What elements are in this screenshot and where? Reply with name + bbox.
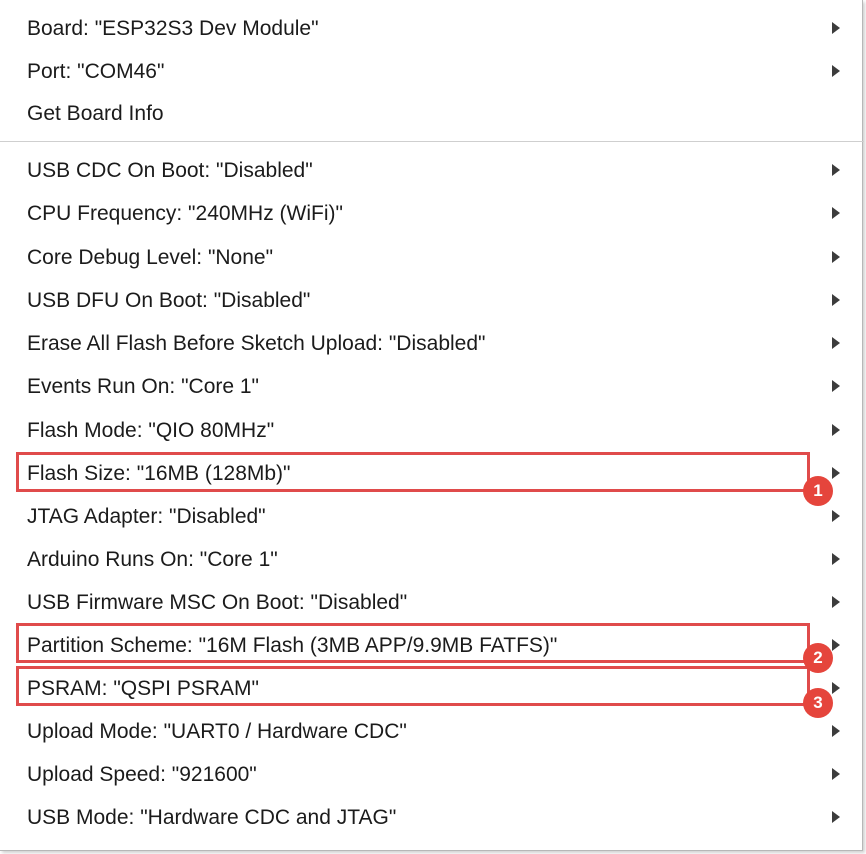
menu-item-label: Upload Speed: "921600" (27, 763, 257, 786)
submenu-arrow-icon (832, 424, 840, 436)
menu-item-erase-all-flash[interactable]: Erase All Flash Before Sketch Upload: "D… (0, 322, 862, 365)
submenu-arrow-icon (832, 207, 840, 219)
submenu-arrow-icon (832, 811, 840, 823)
menu-item-label: Get Board Info (27, 102, 164, 125)
submenu-arrow-icon (832, 682, 840, 694)
submenu-arrow-icon (832, 294, 840, 306)
badge-number-2: 2 (803, 643, 833, 673)
submenu-arrow-icon (832, 639, 840, 651)
highlight-box-partition-scheme (16, 623, 810, 663)
menu-item-usb-cdc-on-boot[interactable]: USB CDC On Boot: "Disabled" (0, 149, 862, 192)
menu-item-arduino-runs-on[interactable]: Arduino Runs On: "Core 1" (0, 538, 862, 581)
menu-item-cpu-frequency[interactable]: CPU Frequency: "240MHz (WiFi)" (0, 192, 862, 235)
highlight-box-flash-size (16, 452, 810, 492)
submenu-arrow-icon (832, 467, 840, 479)
submenu-arrow-icon (832, 553, 840, 565)
menu-item-label: Board: "ESP32S3 Dev Module" (27, 17, 319, 40)
menu-item-board[interactable]: Board: "ESP32S3 Dev Module" (0, 7, 862, 50)
submenu-arrow-icon (832, 768, 840, 780)
badge-number-3: 3 (803, 688, 833, 718)
submenu-arrow-icon (832, 380, 840, 392)
menu-item-label: CPU Frequency: "240MHz (WiFi)" (27, 202, 343, 225)
menu-item-events-run-on[interactable]: Events Run On: "Core 1" (0, 365, 862, 408)
menu-item-upload-mode[interactable]: Upload Mode: "UART0 / Hardware CDC" (0, 710, 862, 753)
menu-item-label: USB CDC On Boot: "Disabled" (27, 159, 313, 182)
menu-item-usb-dfu-on-boot[interactable]: USB DFU On Boot: "Disabled" (0, 279, 862, 322)
menu-item-label: JTAG Adapter: "Disabled" (27, 505, 266, 528)
submenu-arrow-icon (832, 65, 840, 77)
menu-item-label: Port: "COM46" (27, 60, 165, 83)
menu-item-label: Events Run On: "Core 1" (27, 375, 260, 398)
menu-item-label: Arduino Runs On: "Core 1" (27, 548, 278, 571)
submenu-arrow-icon (832, 164, 840, 176)
menu-item-usb-firmware-msc[interactable]: USB Firmware MSC On Boot: "Disabled" (0, 581, 862, 624)
submenu-arrow-icon (832, 510, 840, 522)
submenu-arrow-icon (832, 251, 840, 263)
menu-item-flash-mode[interactable]: Flash Mode: "QIO 80MHz" (0, 409, 862, 452)
menu-item-label: Upload Mode: "UART0 / Hardware CDC" (27, 720, 407, 743)
badge-number-1: 1 (803, 476, 833, 506)
menu-item-label: USB DFU On Boot: "Disabled" (27, 289, 311, 312)
menu-item-label: USB Firmware MSC On Boot: "Disabled" (27, 591, 408, 614)
menu-separator (0, 141, 864, 142)
submenu-arrow-icon (832, 725, 840, 737)
menu-item-upload-speed[interactable]: Upload Speed: "921600" (0, 753, 862, 796)
submenu-arrow-icon (832, 596, 840, 608)
menu-item-core-debug-level[interactable]: Core Debug Level: "None" (0, 236, 862, 279)
menu-item-port[interactable]: Port: "COM46" (0, 50, 862, 93)
menu-item-label: USB Mode: "Hardware CDC and JTAG" (27, 806, 397, 829)
submenu-arrow-icon (832, 337, 840, 349)
menu-item-jtag-adapter[interactable]: JTAG Adapter: "Disabled" (0, 495, 862, 538)
menu-item-label: Flash Mode: "QIO 80MHz" (27, 419, 275, 442)
menu-item-label: Erase All Flash Before Sketch Upload: "D… (27, 332, 486, 355)
menu-item-get-board-info[interactable]: Get Board Info (0, 92, 862, 135)
submenu-arrow-icon (832, 22, 840, 34)
menu-item-label: Core Debug Level: "None" (27, 246, 274, 269)
board-settings-menu: Board: "ESP32S3 Dev Module" Port: "COM46… (0, 0, 864, 851)
menu-item-usb-mode[interactable]: USB Mode: "Hardware CDC and JTAG" (0, 796, 862, 839)
highlight-box-psram (16, 666, 810, 706)
